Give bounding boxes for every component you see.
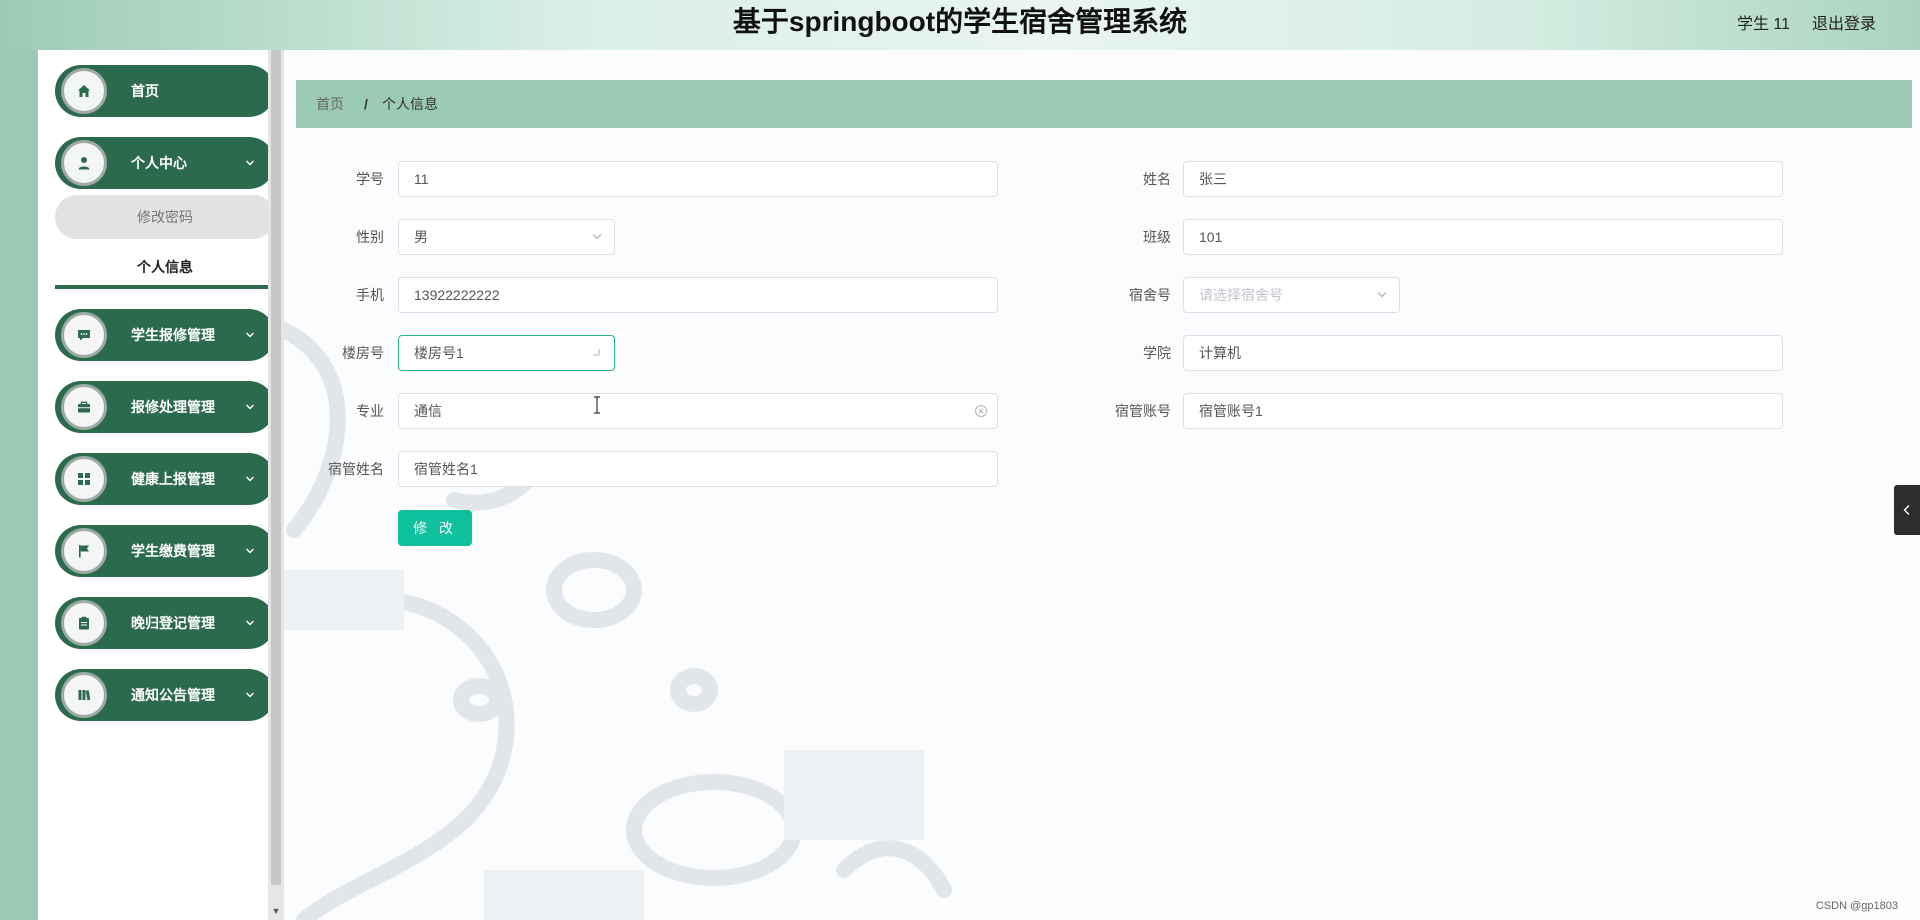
clipboard-icon bbox=[61, 600, 107, 646]
dorm-no-select[interactable]: 请选择宿舍号 bbox=[1183, 277, 1400, 313]
sidebar-item-announcements[interactable]: 通知公告管理 bbox=[55, 669, 275, 721]
college-input[interactable] bbox=[1183, 335, 1783, 371]
user-icon bbox=[61, 140, 107, 186]
sidebar-item-label: 学生报修管理 bbox=[131, 327, 215, 343]
source-watermark: CSDN @gp1803 bbox=[1815, 900, 1898, 912]
sidebar-item-label: 晚归登记管理 bbox=[131, 615, 215, 631]
breadcrumb-home-link[interactable]: 首页 bbox=[316, 80, 344, 128]
chevron-down-icon bbox=[246, 620, 254, 626]
sidebar-item-personal-center[interactable]: 个人中心 bbox=[55, 137, 275, 189]
gender-select-value: 男 bbox=[414, 229, 428, 245]
text-cursor-icon bbox=[594, 396, 600, 414]
main-content: 首页 / 个人信息 学号 姓名 性别 男 班级 手机 宿舍号 请选择宿舍号 楼房… bbox=[284, 50, 1920, 920]
class-input[interactable] bbox=[1183, 219, 1783, 255]
chevron-down-icon bbox=[246, 332, 254, 338]
chevron-down-icon bbox=[246, 548, 254, 554]
chevron-down-icon bbox=[246, 404, 254, 410]
manager-account-input[interactable] bbox=[1183, 393, 1783, 429]
gender-label: 性别 bbox=[356, 229, 384, 245]
student-id-input[interactable] bbox=[398, 161, 998, 197]
top-header: 基于springboot的学生宿舍管理系统 学生 11 退出登录 bbox=[0, 0, 1920, 50]
sidebar-item-health-report[interactable]: 健康上报管理 bbox=[55, 453, 275, 505]
current-user: 学生 11 bbox=[1736, 16, 1790, 33]
chevron-down-icon bbox=[246, 692, 254, 698]
sidebar-item-label: 首页 bbox=[131, 83, 159, 99]
sidebar-item-label: 报修处理管理 bbox=[131, 399, 215, 415]
home-icon bbox=[61, 68, 107, 114]
sidebar-item-label: 个人中心 bbox=[131, 155, 187, 171]
building-input[interactable] bbox=[398, 335, 615, 371]
panel-toggle-button[interactable] bbox=[1894, 485, 1920, 535]
manager-name-input[interactable] bbox=[398, 451, 998, 487]
sidebar-item-label: 通知公告管理 bbox=[131, 687, 215, 703]
name-input[interactable] bbox=[1183, 161, 1783, 197]
book-icon bbox=[61, 672, 107, 718]
class-label: 班级 bbox=[1143, 229, 1171, 245]
breadcrumb: 首页 / 个人信息 bbox=[296, 80, 1912, 128]
sidebar-subitem-change-password[interactable]: 修改密码 bbox=[55, 195, 275, 239]
chevron-down-icon bbox=[246, 476, 254, 482]
sidebar-item-home[interactable]: 首页 bbox=[55, 65, 275, 117]
sidebar-item-payment[interactable]: 学生缴费管理 bbox=[55, 525, 275, 577]
phone-input[interactable] bbox=[398, 277, 998, 313]
dorm-no-placeholder: 请选择宿舍号 bbox=[1199, 287, 1283, 303]
chat-icon bbox=[61, 312, 107, 358]
major-label: 专业 bbox=[356, 403, 384, 419]
sidebar-item-repair-requests[interactable]: 学生报修管理 bbox=[55, 309, 275, 361]
briefcase-icon bbox=[61, 384, 107, 430]
sidebar-item-label: 学生缴费管理 bbox=[131, 543, 215, 559]
resize-handle-icon[interactable] bbox=[592, 348, 600, 356]
grid-icon bbox=[61, 456, 107, 502]
app-title: 基于springboot的学生宿舍管理系统 bbox=[732, 6, 1188, 37]
left-decor-strip bbox=[0, 50, 38, 920]
name-label: 姓名 bbox=[1143, 171, 1171, 187]
flag-icon bbox=[61, 528, 107, 574]
update-button[interactable]: 修 改 bbox=[398, 510, 472, 546]
dorm-no-label: 宿舍号 bbox=[1129, 287, 1171, 303]
breadcrumb-current: 个人信息 bbox=[382, 96, 438, 112]
manager-account-label: 宿管账号 bbox=[1115, 403, 1171, 419]
breadcrumb-separator: / bbox=[364, 96, 368, 112]
sidebar-scrollbar-thumb[interactable] bbox=[271, 50, 281, 885]
logout-link[interactable]: 退出登录 bbox=[1812, 10, 1876, 34]
sidebar-item-label: 健康上报管理 bbox=[131, 471, 215, 487]
chevron-left-icon bbox=[1903, 505, 1910, 515]
sidebar-item-repair-processing[interactable]: 报修处理管理 bbox=[55, 381, 275, 433]
sidebar-scrollbar[interactable]: ▼ bbox=[268, 50, 284, 920]
student-id-label: 学号 bbox=[356, 171, 384, 187]
sidebar-item-late-return[interactable]: 晚归登记管理 bbox=[55, 597, 275, 649]
chevron-down-icon bbox=[1377, 292, 1387, 298]
major-input[interactable] bbox=[398, 393, 998, 429]
clear-icon[interactable] bbox=[974, 404, 988, 418]
chevron-down-icon bbox=[592, 234, 602, 240]
sidebar-subitem-personal-info[interactable]: 个人信息 bbox=[55, 245, 275, 289]
phone-label: 手机 bbox=[356, 287, 384, 303]
building-label: 楼房号 bbox=[342, 345, 384, 361]
gender-select[interactable]: 男 bbox=[398, 219, 615, 255]
scroll-down-icon[interactable]: ▼ bbox=[268, 906, 284, 920]
manager-name-label: 宿管姓名 bbox=[328, 461, 384, 477]
sidebar: 首页 个人中心 修改密码 个人信息 学生报修管理 报修处理管理 健康上报管理 学… bbox=[38, 50, 275, 920]
college-label: 学院 bbox=[1143, 345, 1171, 361]
chevron-down-icon bbox=[246, 160, 254, 166]
